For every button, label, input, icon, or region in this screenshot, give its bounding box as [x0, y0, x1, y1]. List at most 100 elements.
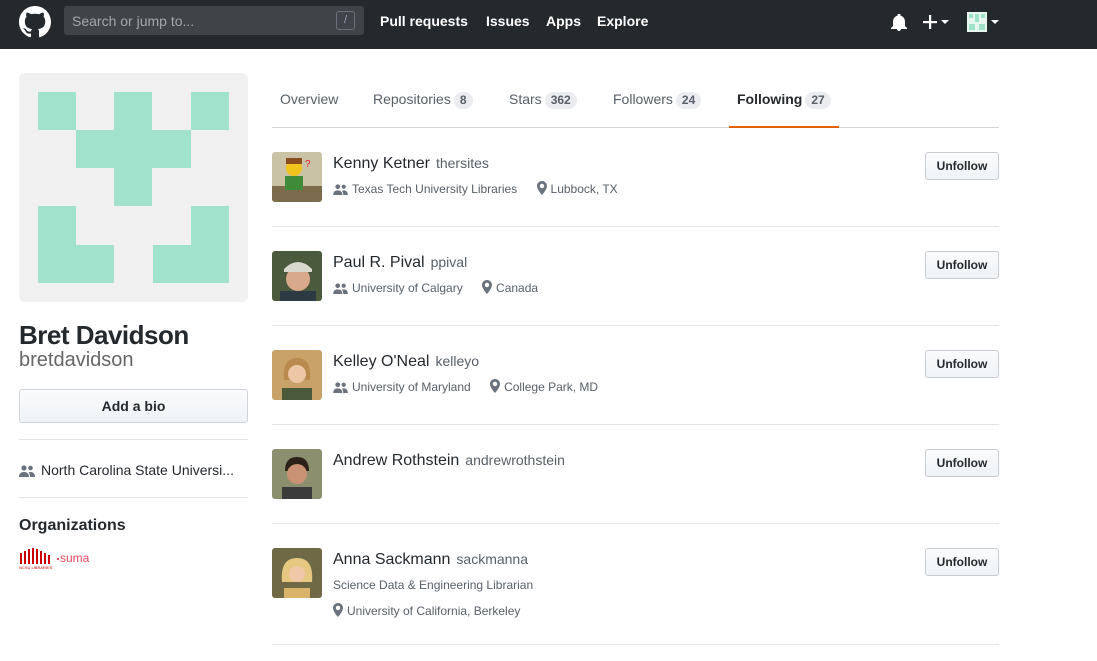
- list-item: ? Kenny Ketner thersites Texas Tech Unive…: [272, 152, 999, 227]
- nav-explore[interactable]: Explore: [597, 13, 648, 29]
- user-name-line: Andrew Rothstein andrewrothstein: [333, 452, 565, 470]
- tab-label: Repositories: [373, 91, 451, 107]
- list-item: Andrew Rothstein andrewrothstein Unfollow: [272, 449, 999, 524]
- tab-label: Stars: [509, 91, 542, 107]
- user-login[interactable]: thersites: [436, 155, 489, 171]
- tab-stars[interactable]: Stars 362: [509, 91, 577, 109]
- list-item: Kelley O'Neal kelleyo University of Maryl…: [272, 350, 999, 425]
- chevron-down-icon: [990, 20, 999, 24]
- profile-organization: North Carolina State Universi...: [19, 462, 234, 478]
- add-bio-button[interactable]: Add a bio: [19, 389, 248, 423]
- user-avatar[interactable]: [272, 350, 322, 400]
- suma-logo[interactable]: suma: [56, 548, 96, 570]
- list-item: Anna Sackmann sackmanna Science Data & En…: [272, 548, 999, 645]
- user-company: University of Maryland: [352, 380, 471, 394]
- search-input[interactable]: [64, 6, 364, 35]
- user-meta: University of California, Berkeley: [333, 603, 520, 618]
- tab-counter: 8: [453, 92, 473, 109]
- user-name-line: Paul R. Pival ppival: [333, 254, 467, 272]
- profile-tabs: Overview Repositories 8 Stars 362 Follower…: [272, 80, 999, 128]
- tab-label: Followers: [613, 91, 673, 107]
- ncsu-libraries-logo[interactable]: NCSU LIBRARIES: [19, 548, 53, 570]
- tab-label: Overview: [280, 91, 339, 107]
- people-icon: [333, 184, 348, 195]
- tab-following[interactable]: Following 27: [737, 91, 831, 109]
- profile-avatar[interactable]: [19, 73, 248, 302]
- tab-counter: 27: [805, 92, 831, 109]
- github-mark-icon[interactable]: [19, 6, 51, 38]
- people-icon: [333, 283, 348, 294]
- user-location: University of California, Berkeley: [347, 604, 521, 618]
- user-login[interactable]: andrewrothstein: [465, 452, 565, 468]
- user-full-name[interactable]: Anna Sackmann: [333, 551, 450, 568]
- nav-issues[interactable]: Issues: [486, 13, 530, 29]
- ncsu-logo-text: NCSU LIBRARIES: [19, 565, 53, 570]
- user-avatar[interactable]: [272, 251, 322, 301]
- location-icon: [333, 603, 343, 617]
- search-shortcut-key: /: [336, 11, 355, 30]
- user-menu[interactable]: [967, 12, 999, 32]
- svg-text:?: ?: [305, 159, 311, 170]
- tab-counter: 362: [544, 92, 577, 109]
- location-icon: [482, 280, 493, 294]
- people-icon: [19, 465, 35, 477]
- user-bio: Science Data & Engineering Librarian: [333, 578, 534, 592]
- divider: [19, 497, 248, 498]
- people-icon: [333, 382, 348, 393]
- profile-username: bretdavidson: [19, 349, 134, 371]
- user-full-name[interactable]: Andrew Rothstein: [333, 452, 459, 469]
- location-icon: [490, 379, 501, 393]
- location-icon: [536, 181, 547, 195]
- user-photo: [272, 548, 322, 598]
- unfollow-button[interactable]: Unfollow: [925, 350, 999, 378]
- user-login[interactable]: sackmanna: [456, 551, 528, 567]
- user-full-name[interactable]: Kelley O'Neal: [333, 353, 429, 370]
- chevron-down-icon: [940, 20, 949, 25]
- identicon-image: [38, 92, 229, 283]
- create-new-menu[interactable]: [923, 13, 949, 30]
- divider: [19, 439, 248, 440]
- user-login[interactable]: kelleyo: [435, 353, 479, 369]
- nav-pull-requests[interactable]: Pull requests: [380, 13, 468, 29]
- list-item: Paul R. Pival ppival University of Calgar…: [272, 251, 999, 326]
- user-meta: Texas Tech University Libraries Lubbock,…: [333, 181, 618, 196]
- tab-followers[interactable]: Followers 24: [613, 91, 702, 109]
- user-meta: University of Maryland College Park, MD: [333, 379, 598, 394]
- bell-icon[interactable]: [891, 14, 907, 32]
- user-company: University of Calgary: [352, 281, 463, 295]
- user-name-line: Kenny Ketner thersites: [333, 155, 489, 173]
- user-avatar[interactable]: ?: [272, 152, 322, 202]
- unfollow-button[interactable]: Unfollow: [925, 152, 999, 180]
- user-location: College Park, MD: [504, 380, 599, 394]
- active-tab-indicator: [729, 126, 839, 128]
- top-header: / Pull requests Issues Apps Explore: [0, 0, 1097, 49]
- tab-overview[interactable]: Overview: [280, 91, 338, 107]
- user-location: Canada: [496, 281, 539, 295]
- organization-name: North Carolina State Universi...: [41, 462, 234, 478]
- user-avatar-icon: [967, 12, 987, 32]
- user-avatar[interactable]: [272, 449, 322, 499]
- plus-icon: [923, 15, 937, 30]
- suma-logo-text: suma: [60, 551, 90, 565]
- user-name-line: Kelley O'Neal kelleyo: [333, 353, 479, 371]
- user-meta: University of Calgary Canada: [333, 280, 538, 295]
- user-photo: [272, 251, 322, 301]
- user-login[interactable]: ppival: [431, 254, 468, 270]
- nav-apps[interactable]: Apps: [546, 13, 581, 29]
- tab-counter: 24: [675, 92, 702, 109]
- tab-label: Following: [737, 91, 803, 107]
- user-full-name[interactable]: Paul R. Pival: [333, 254, 425, 271]
- lego-figure-photo: ?: [272, 152, 322, 202]
- user-photo: [272, 449, 322, 499]
- search-box[interactable]: /: [64, 6, 364, 35]
- unfollow-button[interactable]: Unfollow: [925, 548, 999, 576]
- user-company: Texas Tech University Libraries: [352, 182, 518, 196]
- unfollow-button[interactable]: Unfollow: [925, 449, 999, 477]
- organizations-heading: Organizations: [19, 517, 126, 534]
- user-photo: [272, 350, 322, 400]
- user-avatar[interactable]: [272, 548, 322, 598]
- tab-repositories[interactable]: Repositories 8: [373, 91, 473, 109]
- user-full-name[interactable]: Kenny Ketner: [333, 155, 430, 172]
- unfollow-button[interactable]: Unfollow: [925, 251, 999, 279]
- profile-full-name: Bret Davidson: [19, 320, 189, 350]
